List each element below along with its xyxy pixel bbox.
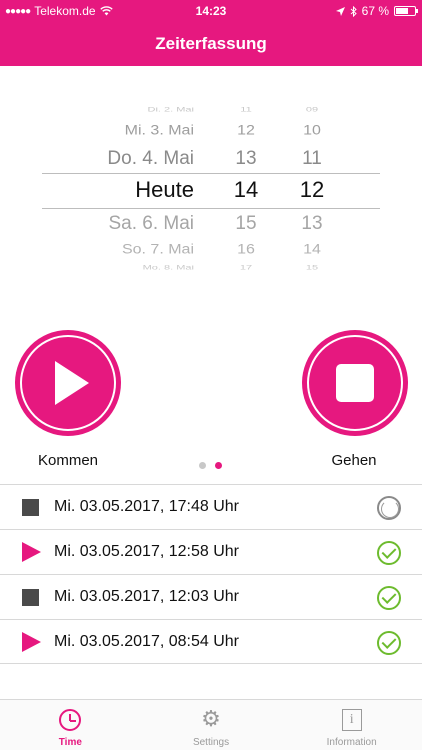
play-icon xyxy=(22,542,41,562)
list-item[interactable]: Mi. 03.05.2017, 08:54 Uhr xyxy=(0,619,422,664)
picker-hour-option[interactable]: 16 xyxy=(226,242,266,257)
picker-minute-selected[interactable]: 12 xyxy=(292,177,332,203)
page-title: Zeiterfassung xyxy=(155,34,267,53)
entries-list: Mi. 03.05.2017, 17:48 Uhr Mi. 03.05.2017… xyxy=(0,484,422,664)
picker-minute-option[interactable]: 10 xyxy=(292,123,332,138)
picker-day-option[interactable]: Sa. 6. Mai xyxy=(108,213,194,235)
picker-hour-option[interactable]: 11 xyxy=(226,107,266,114)
picker-minute-option[interactable]: 13 xyxy=(292,213,332,235)
selection-bottom-line xyxy=(42,208,380,209)
tab-bar: Time ⚙ Settings i Information xyxy=(0,699,422,750)
list-item[interactable]: Mi. 03.05.2017, 17:48 Uhr xyxy=(0,484,422,529)
bluetooth-icon xyxy=(350,5,357,17)
picker-minute-option[interactable]: 15 xyxy=(292,265,332,272)
kommen-button[interactable] xyxy=(15,330,121,436)
stop-icon xyxy=(336,364,374,402)
picker-hour-selected[interactable]: 14 xyxy=(226,177,266,203)
clock-icon xyxy=(59,709,82,731)
picker-day-option[interactable]: So. 7. Mai xyxy=(122,242,194,257)
tab-settings[interactable]: ⚙ Settings xyxy=(141,700,282,750)
syncing-icon xyxy=(377,496,401,520)
picker-minute-option[interactable]: 14 xyxy=(292,242,332,257)
list-item[interactable]: Mi. 03.05.2017, 12:58 Uhr xyxy=(0,529,422,574)
play-icon xyxy=(55,361,89,405)
gear-icon: ⚙ xyxy=(201,706,221,731)
list-item[interactable]: Mi. 03.05.2017, 12:03 Uhr xyxy=(0,574,422,619)
picker-day-option[interactable]: Di. 2. Mai xyxy=(148,107,194,114)
tab-label: Information xyxy=(326,737,377,748)
battery-percent: 67 % xyxy=(361,4,389,18)
entry-datetime: Mi. 03.05.2017, 12:58 Uhr xyxy=(54,543,240,560)
picker-hour-option[interactable]: 12 xyxy=(226,123,266,138)
picker-hour-option[interactable]: 17 xyxy=(226,265,266,272)
stop-icon xyxy=(22,499,39,516)
check-circle-icon xyxy=(377,631,401,655)
tab-information[interactable]: i Information xyxy=(281,700,422,750)
page-dot-active[interactable] xyxy=(215,462,222,469)
kommen-label: Kommen xyxy=(37,452,99,469)
picker-minute-option[interactable]: 11 xyxy=(292,148,332,170)
picker-day-option[interactable]: Mo. 8. Mai xyxy=(143,265,194,272)
tab-label: Time xyxy=(58,737,82,748)
datetime-picker[interactable]: Di. 2. Mai Mi. 3. Mai Do. 4. Mai Heute S… xyxy=(0,100,422,278)
entry-datetime: Mi. 03.05.2017, 08:54 Uhr xyxy=(54,633,240,650)
page-indicator[interactable] xyxy=(199,462,222,469)
battery-icon xyxy=(394,6,418,16)
play-icon xyxy=(22,632,41,652)
location-icon xyxy=(335,6,345,16)
entry-datetime: Mi. 03.05.2017, 12:03 Uhr xyxy=(54,588,240,605)
picker-day-selected[interactable]: Heute xyxy=(135,177,194,203)
picker-day-option[interactable]: Do. 4. Mai xyxy=(107,148,194,170)
picker-hour-option[interactable]: 15 xyxy=(226,213,266,235)
page-dot[interactable] xyxy=(199,462,206,469)
tab-time[interactable]: Time xyxy=(0,700,141,750)
gehen-label: Gehen xyxy=(331,452,377,469)
picker-minute-option[interactable]: 09 xyxy=(292,107,332,114)
gehen-button[interactable] xyxy=(302,330,408,436)
picker-day-option[interactable]: Mi. 3. Mai xyxy=(125,123,194,138)
check-circle-icon xyxy=(377,586,401,610)
stop-icon xyxy=(22,589,39,606)
picker-hour-option[interactable]: 13 xyxy=(226,148,266,170)
info-icon: i xyxy=(341,709,362,731)
status-bar: ●●●●● Telekom.de 14:23 67 % xyxy=(0,0,422,22)
check-circle-icon xyxy=(377,541,401,565)
entry-datetime: Mi. 03.05.2017, 17:48 Uhr xyxy=(54,498,240,515)
app-header: ●●●●● Telekom.de 14:23 67 % Zeiterfassun… xyxy=(0,0,422,66)
tab-label: Settings xyxy=(192,737,230,748)
selection-top-line xyxy=(42,173,380,174)
